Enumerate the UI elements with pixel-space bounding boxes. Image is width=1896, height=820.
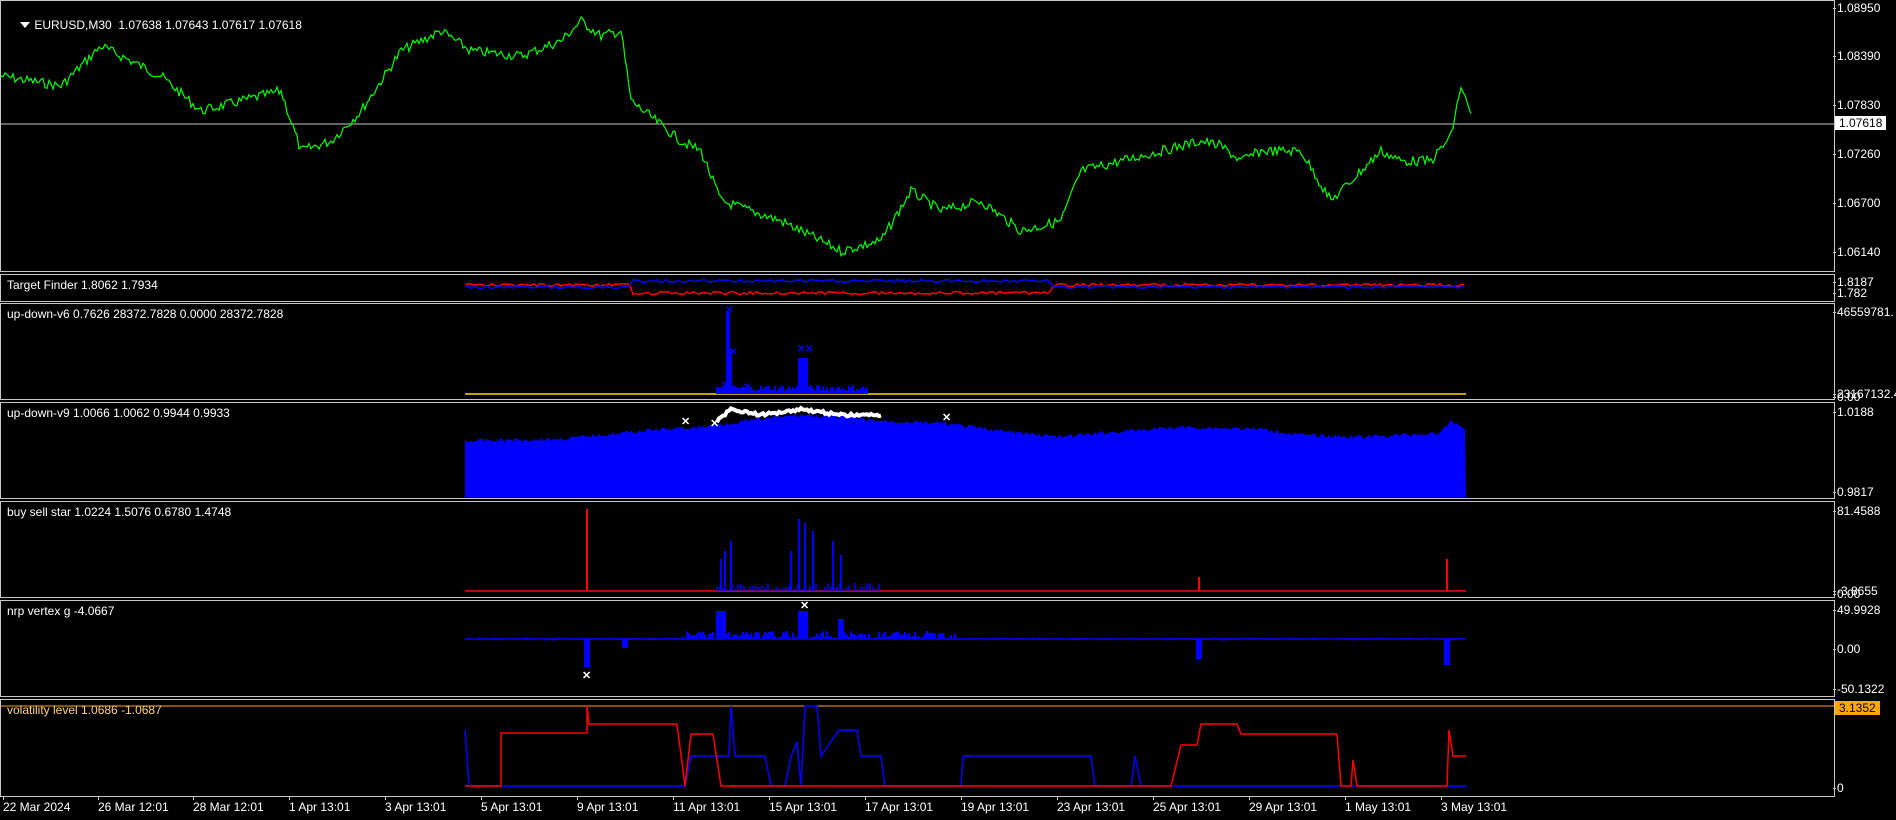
time-label: 25 Apr 13:01: [1153, 796, 1222, 814]
pane-title: volatility level 1.0686 -1.0687: [7, 703, 162, 717]
volatility-level-tag: 3.1352: [1835, 701, 1880, 715]
v9-area: [465, 413, 1466, 497]
axis-tick: 46559781.: [1833, 305, 1894, 319]
main-chart-title: EURUSD,M30 1.07638 1.07643 1.07617 1.076…: [7, 4, 302, 46]
volatility-level-plot: [1, 705, 1834, 787]
axis-tick: 1.0188: [1833, 405, 1874, 419]
time-label: 9 Apr 13:01: [577, 796, 639, 814]
time-label: 23 Apr 13:01: [1057, 796, 1126, 814]
price-tick: 1.07260: [1832, 147, 1881, 161]
pane-up-down-v9[interactable]: ✕ ✕ ✕ up-down-v9 1.0066 1.0062 0.9944 0.99…: [0, 402, 1835, 499]
axis-tick: 0.9817: [1833, 485, 1874, 499]
main-chart-pane[interactable]: EURUSD,M30 1.07638 1.07643 1.07617 1.076…: [0, 0, 1835, 272]
price-line: [1, 15, 1472, 257]
up-down-v9-plot: ✕ ✕ ✕: [465, 405, 1466, 497]
v6-x-marker: ✕: [805, 344, 813, 355]
dropdown-triangle-icon[interactable]: [20, 21, 31, 28]
nrp-vertex-plot: ✕✕: [464, 601, 1466, 682]
time-label: 1 May 13:01: [1345, 796, 1412, 814]
axis-tick: -50.1322: [1832, 682, 1885, 696]
axis-tick: 0: [1833, 781, 1844, 795]
time-label: 3 Apr 13:01: [385, 796, 447, 814]
time-label: 11 Apr 13:01: [673, 796, 741, 814]
time-label: 19 Apr 13:01: [961, 796, 1030, 814]
price-tick: 1.07830: [1832, 98, 1881, 112]
v6-spikes: [716, 312, 868, 394]
price-tick: 1.06700: [1832, 196, 1881, 210]
time-label: 17 Apr 13:01: [865, 796, 934, 814]
time-label: 3 May 13:01: [1441, 796, 1508, 814]
pane-title: buy sell star 1.0224 1.5076 0.6780 1.474…: [7, 505, 232, 519]
pane-title: up-down-v9 1.0066 1.0062 0.9944 0.9933: [7, 406, 230, 420]
pane-volatility-level[interactable]: volatility level 1.0686 -1.0687: [0, 699, 1835, 797]
pane-buy-sell-star[interactable]: buy sell star 1.0224 1.5076 0.6780 1.474…: [0, 501, 1835, 598]
target-finder-plot: [464, 278, 1465, 296]
time-label: 29 Apr 13:01: [1249, 796, 1318, 814]
price-tick: 1.06140: [1832, 245, 1881, 259]
pane-title: nrp vertex g -4.0667: [7, 604, 115, 618]
ohlc-label: 1.07638 1.07643 1.07617 1.07618: [118, 18, 302, 32]
axis-tick: 0.00: [1832, 390, 1861, 404]
price-tick: 1.08390: [1832, 49, 1881, 63]
v9-x-marker: ✕: [681, 416, 690, 428]
time-label: 15 Apr 13:01: [769, 796, 838, 814]
pane-nrp-vertex-g[interactable]: ✕ ✕ nrp vertex g -4.0667: [0, 600, 1835, 697]
pane-title: up-down-v6 0.7626 28372.7828 0.0000 2837…: [7, 307, 284, 321]
v6-x-marker: ✕: [743, 382, 751, 393]
time-label: 28 Mar 12:01: [193, 796, 264, 814]
v6-x-marker: ✕: [729, 347, 737, 358]
axis-tick: 0.00: [1832, 587, 1861, 601]
pane-target-finder[interactable]: Target Finder 1.8062 1.7934: [0, 274, 1835, 302]
current-price-tag: 1.07618: [1835, 116, 1887, 130]
price-tick: 1.08950: [1832, 1, 1881, 15]
axis-tick: 81.4588: [1832, 504, 1881, 518]
axis-tick: 1.782: [1832, 286, 1868, 300]
time-label: 5 Apr 13:01: [481, 796, 543, 814]
nrp-histogram: [464, 611, 1466, 667]
nrp-x-marker: ✕: [582, 670, 591, 682]
axis-tick: 0.00: [1832, 642, 1861, 656]
time-label: 22 Mar 2024: [3, 796, 71, 814]
vol-red-line: [465, 705, 1466, 787]
v9-x-marker: ✕: [710, 418, 719, 430]
v9-x-marker: ✕: [942, 412, 951, 424]
pane-title: Target Finder 1.8062 1.7934: [7, 278, 158, 292]
time-label: 26 Mar 12:01: [98, 796, 169, 814]
v6-x-marker: ✕: [797, 384, 805, 395]
vol-blue-line: [464, 705, 1466, 787]
axis-tick: 49.9928: [1832, 603, 1881, 617]
buy-sell-star-plot: [465, 509, 1466, 592]
symbol-label: EURUSD,M30: [34, 18, 112, 32]
v6-x-marker: ✕: [725, 305, 733, 316]
time-label: 1 Apr 13:01: [289, 796, 351, 814]
nrp-x-marker: ✕: [800, 601, 809, 612]
v6-x-marker: ✕: [721, 380, 729, 391]
pane-up-down-v6[interactable]: ✕ ✕ ✕ ✕ ✕ ✕ ✕ ✕ up-down-v6 0.7626 28372.7828 0.…: [0, 303, 1835, 400]
